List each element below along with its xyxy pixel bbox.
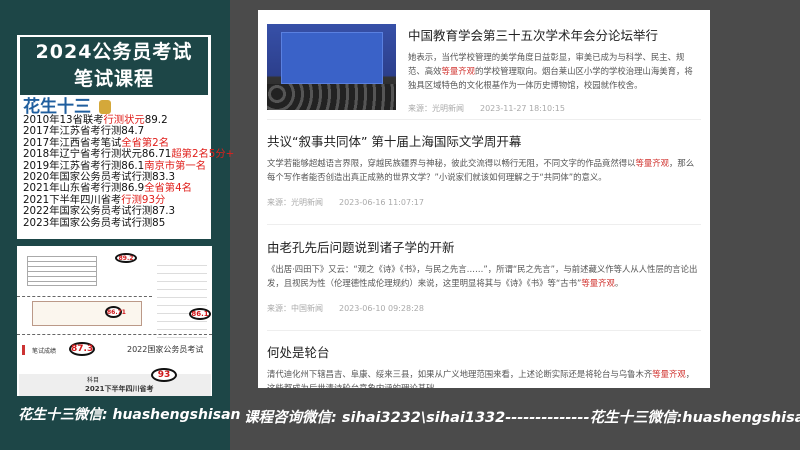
divider bbox=[267, 119, 701, 120]
article-snippet: 她表示，当代学校管理的美学角度日益彰显，审美已成为与科学、民主、规范、高效等量齐… bbox=[408, 52, 693, 90]
article-meta: 来源：中国新闻 2023-06-10 09:28:28 bbox=[267, 304, 424, 313]
article-snippet: 清代迪化州下辖昌吉、阜康、绥来三县，如果从广义地理范围来看，上述论断实际还是将轮… bbox=[267, 369, 695, 388]
score-bubble: 86.1 bbox=[189, 308, 211, 320]
brand-name: 花生十三 bbox=[17, 95, 211, 117]
article-item: 中国教育学会第三十五次学术年会分论坛举行 她表示，当代学校管理的美学角度日益彰显… bbox=[408, 25, 701, 113]
article-snippet: 《出居·四田下》又云：“观之《诗》《书》，与民之先言……”，所谓“民之先言”，与… bbox=[267, 264, 698, 288]
score-label: 笔试成绩 bbox=[32, 348, 57, 355]
article-title[interactable]: 由老孔先后问题说到诸子学的开新 bbox=[267, 237, 701, 256]
medal-icon bbox=[99, 100, 111, 114]
promo-title: 2024公务员考试 笔试课程 bbox=[20, 37, 208, 95]
score-bubble: 87.3 bbox=[69, 342, 95, 356]
article-item: 由老孔先后问题说到诸子学的开新 《出居·四田下》又云：“观之《诗》《书》，与民之… bbox=[267, 237, 701, 313]
wechat-caption-bottom: 课程咨询微信: sihai3232\sihai1332-------------… bbox=[244, 410, 800, 426]
achievement-item: 2023年国家公务员考试行测85 bbox=[23, 216, 166, 229]
article-snippet: 文学若能够超越语言界限，穿越民族疆界与神秘，彼此交流得以畅行无阻，不同文字的作品… bbox=[267, 158, 695, 182]
exam-2022-label: 2022国家公务员考试 bbox=[127, 345, 204, 354]
article-title[interactable]: 中国教育学会第三十五次学术年会分论坛举行 bbox=[408, 25, 701, 44]
score-bubble: 89.2 bbox=[115, 253, 137, 263]
article-thumbnail[interactable] bbox=[267, 24, 396, 110]
article-meta: 来源：光明新闻 2023-06-16 11:07:17 bbox=[267, 198, 424, 207]
promo-panel: 2024公务员考试 笔试课程 花生十三 2010年13省联考行测状元89.2 20… bbox=[0, 0, 240, 450]
divider bbox=[267, 330, 701, 331]
score-bubble: 93 bbox=[151, 368, 177, 382]
wechat-caption-left: 花生十三微信: huashengshisan bbox=[18, 407, 241, 423]
article-item: 共议“叙事共同体” 第十届上海国际文学周开幕 文学若能够超越语言界限，穿越民族疆… bbox=[267, 131, 701, 207]
search-results-card: 中国教育学会第三十五次学术年会分论坛举行 她表示，当代学校管理的美学角度日益彰显… bbox=[258, 10, 710, 388]
promo-card: 2024公务员考试 笔试课程 花生十三 2010年13省联考行测状元89.2 20… bbox=[17, 35, 234, 239]
divider bbox=[267, 224, 701, 225]
promo-title-line1: 2024公务员考试 bbox=[35, 41, 193, 63]
achievement-list: 2010年13省联考行测状元89.2 2017年江苏省考行测84.7 2017年江西… bbox=[17, 114, 234, 229]
article-meta: 来源：光明新闻 2023-11-27 18:10:15 bbox=[408, 104, 565, 113]
article-title[interactable]: 共议“叙事共同体” 第十届上海国际文学周开幕 bbox=[267, 131, 701, 150]
score-bubble: 86.71 bbox=[105, 306, 126, 318]
article-item: 何处是轮台 清代迪化州下辖昌吉、阜康、绥来三县，如果从广义地理范围来看，上述论断… bbox=[267, 342, 701, 388]
exam-2021-label: 2021下半年四川省考 bbox=[85, 385, 154, 393]
promo-title-line2: 笔试课程 bbox=[73, 68, 154, 90]
subject-col: 科目 bbox=[87, 377, 100, 384]
article-title[interactable]: 何处是轮台 bbox=[267, 342, 701, 361]
score-screenshot: 笔试成绩 2022国家公务员考试 科目 2021下半年四川省考 89.2 86.… bbox=[17, 246, 212, 396]
